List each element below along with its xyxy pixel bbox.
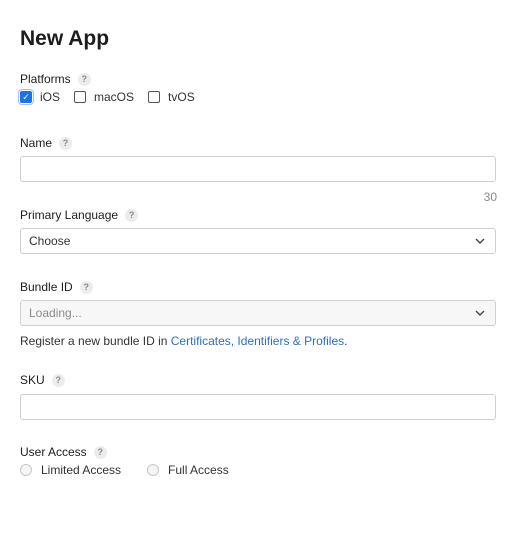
checkbox-unchecked-icon[interactable] [148,91,161,103]
sku-input[interactable] [20,394,496,420]
platform-macos-checkbox[interactable]: macOS [74,90,134,104]
sku-label-text: SKU [20,373,45,387]
platforms-label-text: Platforms [20,72,71,86]
user-access-label-text: User Access [20,445,87,459]
platform-ios-label: iOS [40,90,61,104]
help-icon[interactable]: ? [125,208,139,222]
primary-language-label-text: Primary Language [20,208,119,222]
help-icon[interactable]: ? [93,445,107,459]
user-access-group: Limited Access Full Access [20,463,255,477]
primary-language-label: Primary Language ? [20,208,139,222]
chevron-down-icon [475,238,485,244]
full-access-label: Full Access [168,463,229,477]
radio-unselected-icon[interactable] [147,464,160,476]
platforms-label: Platforms ? [20,72,91,86]
bundle-id-value: Loading... [29,306,82,320]
platform-tvos-label: tvOS [168,90,195,104]
checkbox-unchecked-icon[interactable] [74,91,87,103]
bundle-id-select[interactable]: Loading... [20,300,496,326]
platform-ios-checkbox[interactable]: iOS [18,89,61,105]
name-label-text: Name [20,136,53,150]
platform-macos-label: macOS [94,90,135,104]
name-char-count: 30 [483,190,497,204]
platforms-group: iOS macOS tvOS [18,89,209,105]
register-suffix: . [344,334,348,348]
help-icon[interactable]: ? [79,280,93,294]
bundle-id-label-text: Bundle ID [20,280,73,294]
bundle-id-label: Bundle ID ? [20,280,93,294]
register-text: Register a new bundle ID in [20,334,171,348]
user-access-label: User Access ? [20,445,107,459]
certificates-link[interactable]: Certificates, Identifiers & Profiles [171,334,344,348]
primary-language-select[interactable]: Choose [20,228,496,254]
name-input[interactable] [20,156,496,182]
sku-label: SKU ? [20,373,65,387]
full-access-radio[interactable]: Full Access [147,463,229,477]
name-label: Name ? [20,136,73,150]
help-icon[interactable]: ? [77,72,91,86]
radio-unselected-icon[interactable] [20,464,32,476]
limited-access-label: Limited Access [41,463,122,477]
primary-language-value: Choose [29,234,71,248]
help-icon[interactable]: ? [59,136,73,150]
checkbox-checked-icon[interactable] [18,89,34,105]
platform-tvos-checkbox[interactable]: tvOS [148,90,195,104]
limited-access-radio[interactable]: Limited Access [20,463,121,477]
register-bundle-text: Register a new bundle ID in Certificates… [20,334,348,348]
chevron-down-icon [475,310,485,316]
page-title: New App [20,27,110,50]
help-icon[interactable]: ? [51,373,65,387]
